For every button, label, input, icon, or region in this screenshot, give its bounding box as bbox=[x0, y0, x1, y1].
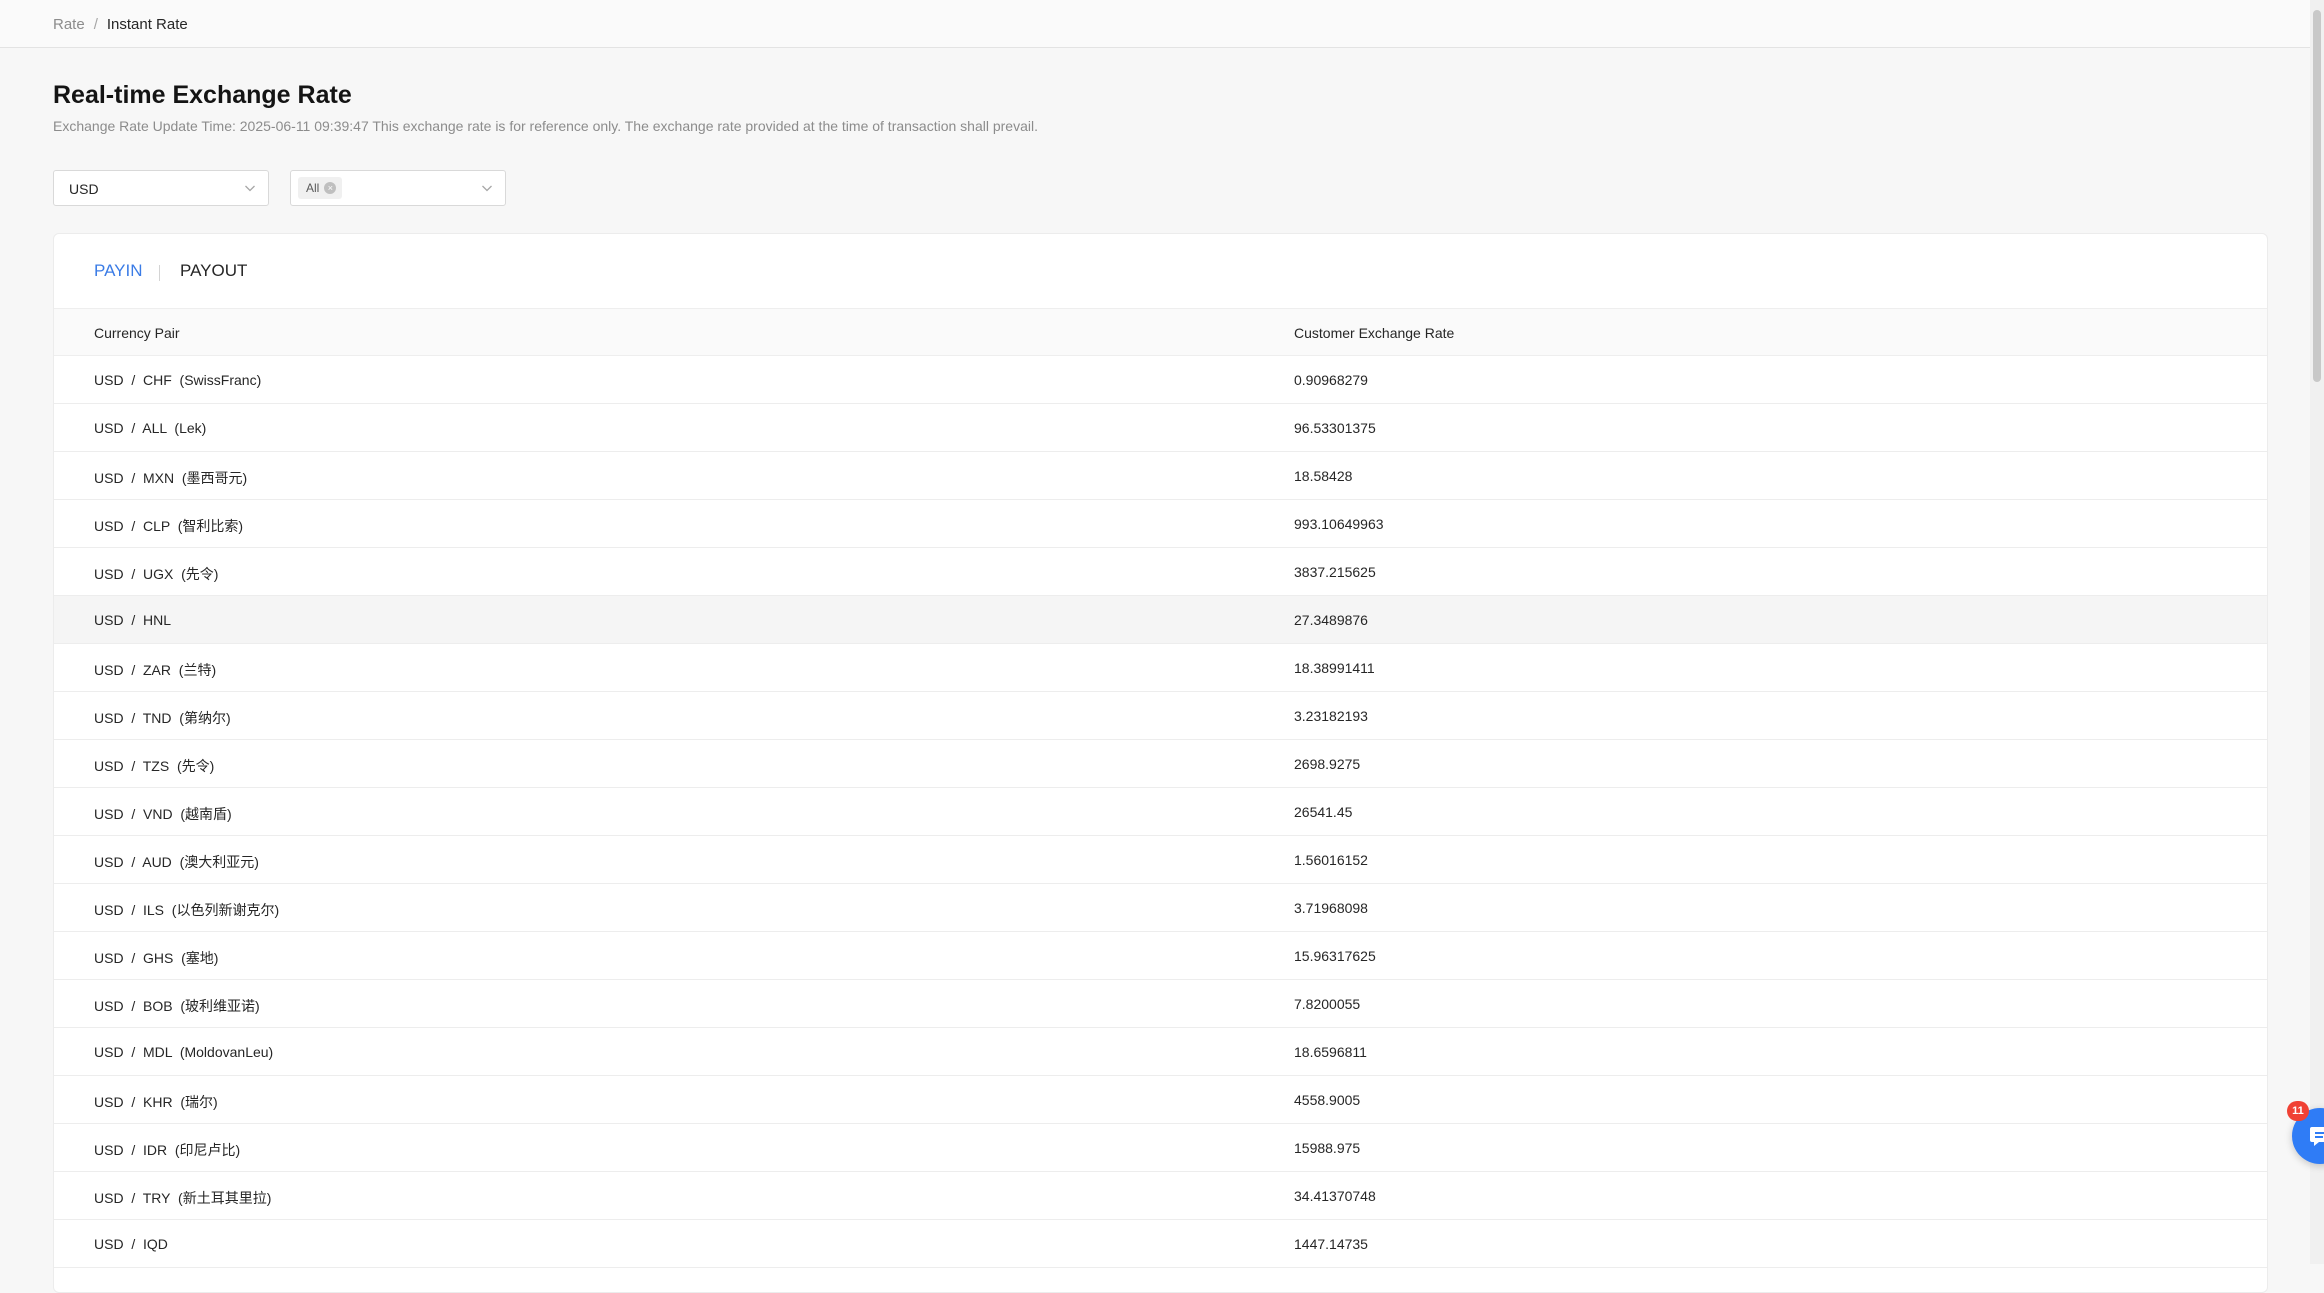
update-time-text: Exchange Rate Update Time: 2025-06-11 09… bbox=[53, 118, 1038, 134]
currency-pair-cell: USD / HNL bbox=[94, 612, 172, 628]
table-body: USD / CHF (SwissFranc) 0.90968279 USD / AL… bbox=[54, 356, 2267, 1268]
currency-pair-cell: USD / MXN (墨西哥元) bbox=[94, 470, 248, 486]
currency-pair-cell: USD / TND (第纳尔) bbox=[94, 710, 231, 726]
header-currency-pair: Currency Pair bbox=[94, 325, 180, 341]
table-row[interactable]: USD / GHS (塞地) 15.96317625 bbox=[54, 932, 2267, 980]
currency-pair-cell: USD / VND (越南盾) bbox=[94, 806, 232, 822]
chevron-down-icon bbox=[482, 185, 492, 192]
notification-badge: 11 bbox=[2287, 1101, 2309, 1121]
currency-pair-cell: USD / ALL (Lek) bbox=[94, 420, 207, 436]
table-row[interactable]: USD / MXN (墨西哥元) 18.58428 bbox=[54, 452, 2267, 500]
table-row[interactable]: USD / IQD 1447.14735 bbox=[54, 1220, 2267, 1268]
breadcrumb: Rate / Instant Rate bbox=[53, 16, 188, 33]
tab-payout[interactable]: PAYOUT bbox=[180, 261, 247, 281]
scrollbar-thumb[interactable] bbox=[2313, 10, 2321, 382]
top-bar: Rate / Instant Rate bbox=[0, 0, 2324, 48]
table-row[interactable]: USD / VND (越南盾) 26541.45 bbox=[54, 788, 2267, 836]
table-row[interactable]: USD / TND (第纳尔) 3.23182193 bbox=[54, 692, 2267, 740]
exchange-rate-cell: 18.6596811 bbox=[1294, 1044, 1367, 1060]
table-row[interactable]: USD / UGX (先令) 3837.215625 bbox=[54, 548, 2267, 596]
currency-pair-cell: USD / BOB (玻利维亚诺) bbox=[94, 998, 260, 1014]
table-row[interactable]: USD / KHR (瑞尔) 4558.9005 bbox=[54, 1076, 2267, 1124]
table-row[interactable]: USD / MDL (MoldovanLeu) 18.6596811 bbox=[54, 1028, 2267, 1076]
chevron-down-icon bbox=[245, 185, 255, 192]
header-customer-rate: Customer Exchange Rate bbox=[1294, 325, 1455, 341]
currency-pair-cell: USD / TZS (先令) bbox=[94, 758, 215, 774]
table-row[interactable]: USD / TZS (先令) 2698.9275 bbox=[54, 740, 2267, 788]
exchange-rate-cell: 1447.14735 bbox=[1294, 1236, 1368, 1252]
currency-pair-cell: USD / IDR (印尼卢比) bbox=[94, 1142, 241, 1158]
exchange-rate-table: Currency Pair Customer Exchange Rate USD… bbox=[54, 308, 2267, 1268]
table-row[interactable]: USD / CHF (SwissFranc) 0.90968279 bbox=[54, 356, 2267, 404]
region-tag: All × bbox=[298, 177, 343, 199]
breadcrumb-separator: / bbox=[93, 16, 98, 33]
currency-pair-cell: USD / AUD (澳大利亚元) bbox=[94, 854, 259, 870]
exchange-rate-cell: 96.53301375 bbox=[1294, 420, 1376, 436]
table-row[interactable]: USD / AUD (澳大利亚元) 1.56016152 bbox=[54, 836, 2267, 884]
table-row[interactable]: USD / CLP (智利比索) 993.10649963 bbox=[54, 500, 2267, 548]
table-row[interactable]: USD / TRY (新土耳其里拉) 34.41370748 bbox=[54, 1172, 2267, 1220]
exchange-rate-cell: 26541.45 bbox=[1294, 804, 1353, 820]
exchange-rate-cell: 4558.9005 bbox=[1294, 1092, 1361, 1108]
table-row[interactable]: USD / BOB (玻利维亚诺) 7.8200055 bbox=[54, 980, 2267, 1028]
exchange-rate-cell: 15.96317625 bbox=[1294, 948, 1376, 964]
currency-pair-cell: USD / TRY (新土耳其里拉) bbox=[94, 1190, 272, 1206]
table-row[interactable]: USD / ILS (以色列新谢克尔) 3.71968098 bbox=[54, 884, 2267, 932]
exchange-rate-cell: 18.58428 bbox=[1294, 468, 1353, 484]
breadcrumb-rate-link[interactable]: Rate bbox=[53, 16, 85, 33]
currency-select-value: USD bbox=[69, 181, 99, 197]
currency-select[interactable]: USD bbox=[53, 170, 269, 206]
table-header: Currency Pair Customer Exchange Rate bbox=[54, 308, 2267, 356]
exchange-rate-cell: 3.71968098 bbox=[1294, 900, 1368, 916]
currency-pair-cell: USD / ILS (以色列新谢克尔) bbox=[94, 902, 280, 918]
table-row[interactable]: USD / ZAR (兰特) 18.38991411 bbox=[54, 644, 2267, 692]
tag-clear-icon[interactable]: × bbox=[324, 182, 337, 194]
region-select[interactable]: All × bbox=[290, 170, 506, 206]
tab-divider bbox=[159, 265, 160, 281]
exchange-rate-cell: 18.38991411 bbox=[1294, 660, 1375, 676]
tab-payin[interactable]: PAYIN bbox=[94, 261, 143, 281]
page-scrollbar[interactable] bbox=[2310, 0, 2324, 1264]
currency-pair-cell: USD / GHS (塞地) bbox=[94, 950, 219, 966]
exchange-rate-cell: 7.8200055 bbox=[1294, 996, 1361, 1012]
exchange-rate-cell: 993.10649963 bbox=[1294, 516, 1384, 532]
currency-pair-cell: USD / ZAR (兰特) bbox=[94, 662, 217, 678]
exchange-rate-cell: 3.23182193 bbox=[1294, 708, 1368, 724]
region-tag-label: All bbox=[306, 181, 320, 195]
exchange-rate-cell: 1.56016152 bbox=[1294, 852, 1368, 868]
page-title: Real-time Exchange Rate bbox=[53, 81, 352, 109]
currency-pair-cell: USD / UGX (先令) bbox=[94, 566, 219, 582]
currency-pair-cell: USD / CLP (智利比索) bbox=[94, 518, 244, 534]
currency-pair-cell: USD / KHR (瑞尔) bbox=[94, 1094, 218, 1110]
currency-pair-cell: USD / MDL (MoldovanLeu) bbox=[94, 1044, 274, 1060]
chat-icon bbox=[2310, 1127, 2324, 1146]
exchange-rate-cell: 34.41370748 bbox=[1294, 1188, 1376, 1204]
currency-pair-cell: USD / IQD bbox=[94, 1236, 168, 1252]
rates-card: PAYIN PAYOUT Currency Pair Customer Exch… bbox=[53, 233, 2268, 1293]
exchange-rate-cell: 15988.975 bbox=[1294, 1140, 1361, 1156]
table-row[interactable]: USD / HNL 27.3489876 bbox=[54, 596, 2267, 644]
currency-pair-cell: USD / CHF (SwissFranc) bbox=[94, 372, 262, 388]
table-row[interactable]: USD / IDR (印尼卢比) 15988.975 bbox=[54, 1124, 2267, 1172]
exchange-rate-cell: 27.3489876 bbox=[1294, 612, 1368, 628]
exchange-rate-cell: 0.90968279 bbox=[1294, 372, 1368, 388]
exchange-rate-cell: 2698.9275 bbox=[1294, 756, 1361, 772]
breadcrumb-current: Instant Rate bbox=[106, 16, 188, 33]
table-row[interactable]: USD / ALL (Lek) 96.53301375 bbox=[54, 404, 2267, 452]
exchange-rate-cell: 3837.215625 bbox=[1294, 564, 1376, 580]
